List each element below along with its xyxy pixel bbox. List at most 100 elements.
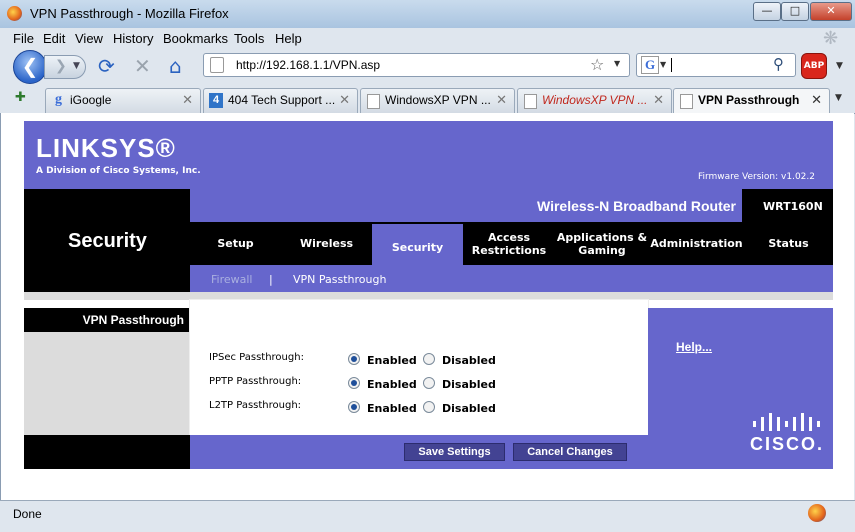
sub-nav: Firewall | VPN Passthrough <box>190 265 833 292</box>
product-name: Wireless-N Broadband Router <box>536 198 736 214</box>
divider-band <box>24 292 833 300</box>
tab-label: 404 Tech Support ... <box>228 93 336 107</box>
ipsec-disabled-label: Disabled <box>442 354 496 367</box>
page-icon <box>210 57 224 73</box>
subtab-separator: | <box>269 273 273 286</box>
tab-list-dropdown-icon[interactable]: ▼ <box>835 93 842 103</box>
back-icon[interactable]: ❮ <box>13 50 47 84</box>
window-title-bar: VPN Passthrough - Mozilla Firefox — □ ✕ <box>0 0 855 29</box>
main-nav-tabs: Setup Wireless Security Access Restricti… <box>190 222 833 270</box>
section-title: Security <box>68 230 147 252</box>
new-tab-icon[interactable]: ✚ <box>15 90 33 106</box>
reload-icon[interactable]: ⟳ <box>98 55 115 77</box>
settings-content: IPSec Passthrough: Enabled Disabled PPTP… <box>190 300 648 435</box>
menu-view[interactable]: View <box>75 31 103 46</box>
subtab-vpn-passthrough[interactable]: VPN Passthrough <box>293 273 386 286</box>
menu-history[interactable]: History <box>113 31 153 46</box>
close-tab-icon[interactable]: ✕ <box>339 92 350 108</box>
pptp-label: PPTP Passthrough: <box>209 376 302 387</box>
maximize-button[interactable]: □ <box>781 2 809 21</box>
tab-windowsxp-vpn-1[interactable]: WindowsXP VPN ... ✕ <box>360 88 515 113</box>
linksys-logo-subtitle: A Division of Cisco Systems, Inc. <box>36 166 201 176</box>
status-text: Done <box>13 507 42 521</box>
tab-security[interactable]: Security <box>372 224 463 270</box>
url-dropdown-icon[interactable]: ▼ <box>614 59 620 68</box>
navigation-toolbar: ❮ ❯ ▼ ⟳ ✕ ⌂ http://192.168.1.1/VPN.asp ☆… <box>0 48 855 85</box>
pptp-enabled-radio[interactable] <box>348 377 360 389</box>
history-dropdown-icon[interactable]: ▼ <box>73 61 80 71</box>
menu-bookmarks[interactable]: Bookmarks <box>163 31 228 46</box>
l2tp-enabled-label: Enabled <box>367 402 417 415</box>
page-tab-icon <box>680 94 693 109</box>
close-button[interactable]: ✕ <box>810 2 852 21</box>
tab-igoogle[interactable]: g iGoogle ✕ <box>45 88 201 113</box>
search-icon[interactable]: ⚲ <box>773 55 784 73</box>
pptp-disabled-radio[interactable] <box>423 377 435 389</box>
help-link[interactable]: Help... <box>676 340 712 354</box>
tab-access-restrictions[interactable]: Access Restrictions <box>463 222 555 265</box>
search-input[interactable] <box>671 58 672 72</box>
left-label: VPN Passthrough <box>82 313 184 327</box>
google-icon[interactable]: G <box>641 56 659 74</box>
cisco-logo-text: CISCO. <box>750 434 825 454</box>
menu-file[interactable]: File <box>13 31 34 46</box>
help-panel: Help... CISCO. <box>648 308 833 469</box>
tab-label: WindowsXP VPN ... <box>385 93 491 107</box>
toolbar-overflow-icon[interactable]: ▼ <box>836 61 843 71</box>
tab-wireless[interactable]: Wireless <box>281 222 372 265</box>
subtab-firewall[interactable]: Firewall <box>211 273 252 286</box>
firmware-version: Firmware Version: v1.02.2 <box>697 172 815 182</box>
close-tab-icon[interactable]: ✕ <box>182 92 193 108</box>
model-number: WRT160N <box>763 200 823 213</box>
cancel-changes-button[interactable]: Cancel Changes <box>513 443 627 461</box>
pptp-enabled-label: Enabled <box>367 378 417 391</box>
left-panel <box>24 332 190 435</box>
l2tp-disabled-label: Disabled <box>442 402 496 415</box>
tab-label: iGoogle <box>70 93 112 107</box>
home-icon[interactable]: ⌂ <box>169 55 182 77</box>
cisco-logo-icon <box>753 413 820 431</box>
forward-button[interactable]: ❯ ▼ <box>44 55 86 79</box>
tab-vpn-passthrough[interactable]: VPN Passthrough ✕ <box>673 88 830 115</box>
tab-404-tech-support[interactable]: 4 404 Tech Support ... ✕ <box>203 88 358 113</box>
menu-edit[interactable]: Edit <box>43 31 65 46</box>
close-tab-icon[interactable]: ✕ <box>496 92 507 108</box>
save-settings-button[interactable]: Save Settings <box>404 443 505 461</box>
url-bar[interactable]: http://192.168.1.1/VPN.asp ☆ ▼ <box>203 53 630 77</box>
site-tab-icon: 4 <box>209 93 223 108</box>
l2tp-label: L2TP Passthrough: <box>209 400 302 411</box>
forward-icon: ❯ <box>55 58 67 74</box>
l2tp-enabled-radio[interactable] <box>348 401 360 413</box>
window-title: VPN Passthrough - Mozilla Firefox <box>30 6 229 21</box>
firefox-icon <box>7 6 22 21</box>
google-tab-icon: g <box>55 92 62 107</box>
stop-icon[interactable]: ✕ <box>134 55 151 77</box>
menu-tools[interactable]: Tools <box>234 31 264 46</box>
url-text[interactable]: http://192.168.1.1/VPN.asp <box>236 58 380 72</box>
ipsec-disabled-radio[interactable] <box>423 353 435 365</box>
l2tp-disabled-radio[interactable] <box>423 401 435 413</box>
minimize-button[interactable]: — <box>753 2 781 21</box>
tab-windowsxp-vpn-2[interactable]: WindowsXP VPN ... ✕ <box>517 88 672 113</box>
bookmark-star-icon[interactable]: ☆ <box>590 55 604 74</box>
tab-applications-gaming[interactable]: Applications & Gaming <box>555 222 649 265</box>
model-box: WRT160N <box>742 189 833 222</box>
tab-administration[interactable]: Administration <box>649 222 744 265</box>
pptp-disabled-label: Disabled <box>442 378 496 391</box>
adblock-icon[interactable]: ABP <box>801 53 827 79</box>
ipsec-enabled-label: Enabled <box>367 354 417 367</box>
page-tab-icon <box>367 94 380 109</box>
ipsec-enabled-radio[interactable] <box>348 353 360 365</box>
action-bar: Save Settings Cancel Changes <box>190 435 648 469</box>
left-label-bar: VPN Passthrough <box>24 308 190 332</box>
search-bar[interactable]: G ▼ ⚲ <box>636 53 796 77</box>
menu-help[interactable]: Help <box>275 31 302 46</box>
tab-status[interactable]: Status <box>744 222 833 265</box>
page-viewport: LINKSYS® A Division of Cisco Systems, In… <box>0 113 854 500</box>
left-footer <box>24 435 190 469</box>
search-engine-dropdown-icon[interactable]: ▼ <box>660 60 666 69</box>
tab-setup[interactable]: Setup <box>190 222 281 265</box>
close-tab-icon[interactable]: ✕ <box>811 92 822 108</box>
throbber-icon: ❋ <box>823 28 839 49</box>
close-tab-icon[interactable]: ✕ <box>653 92 664 108</box>
